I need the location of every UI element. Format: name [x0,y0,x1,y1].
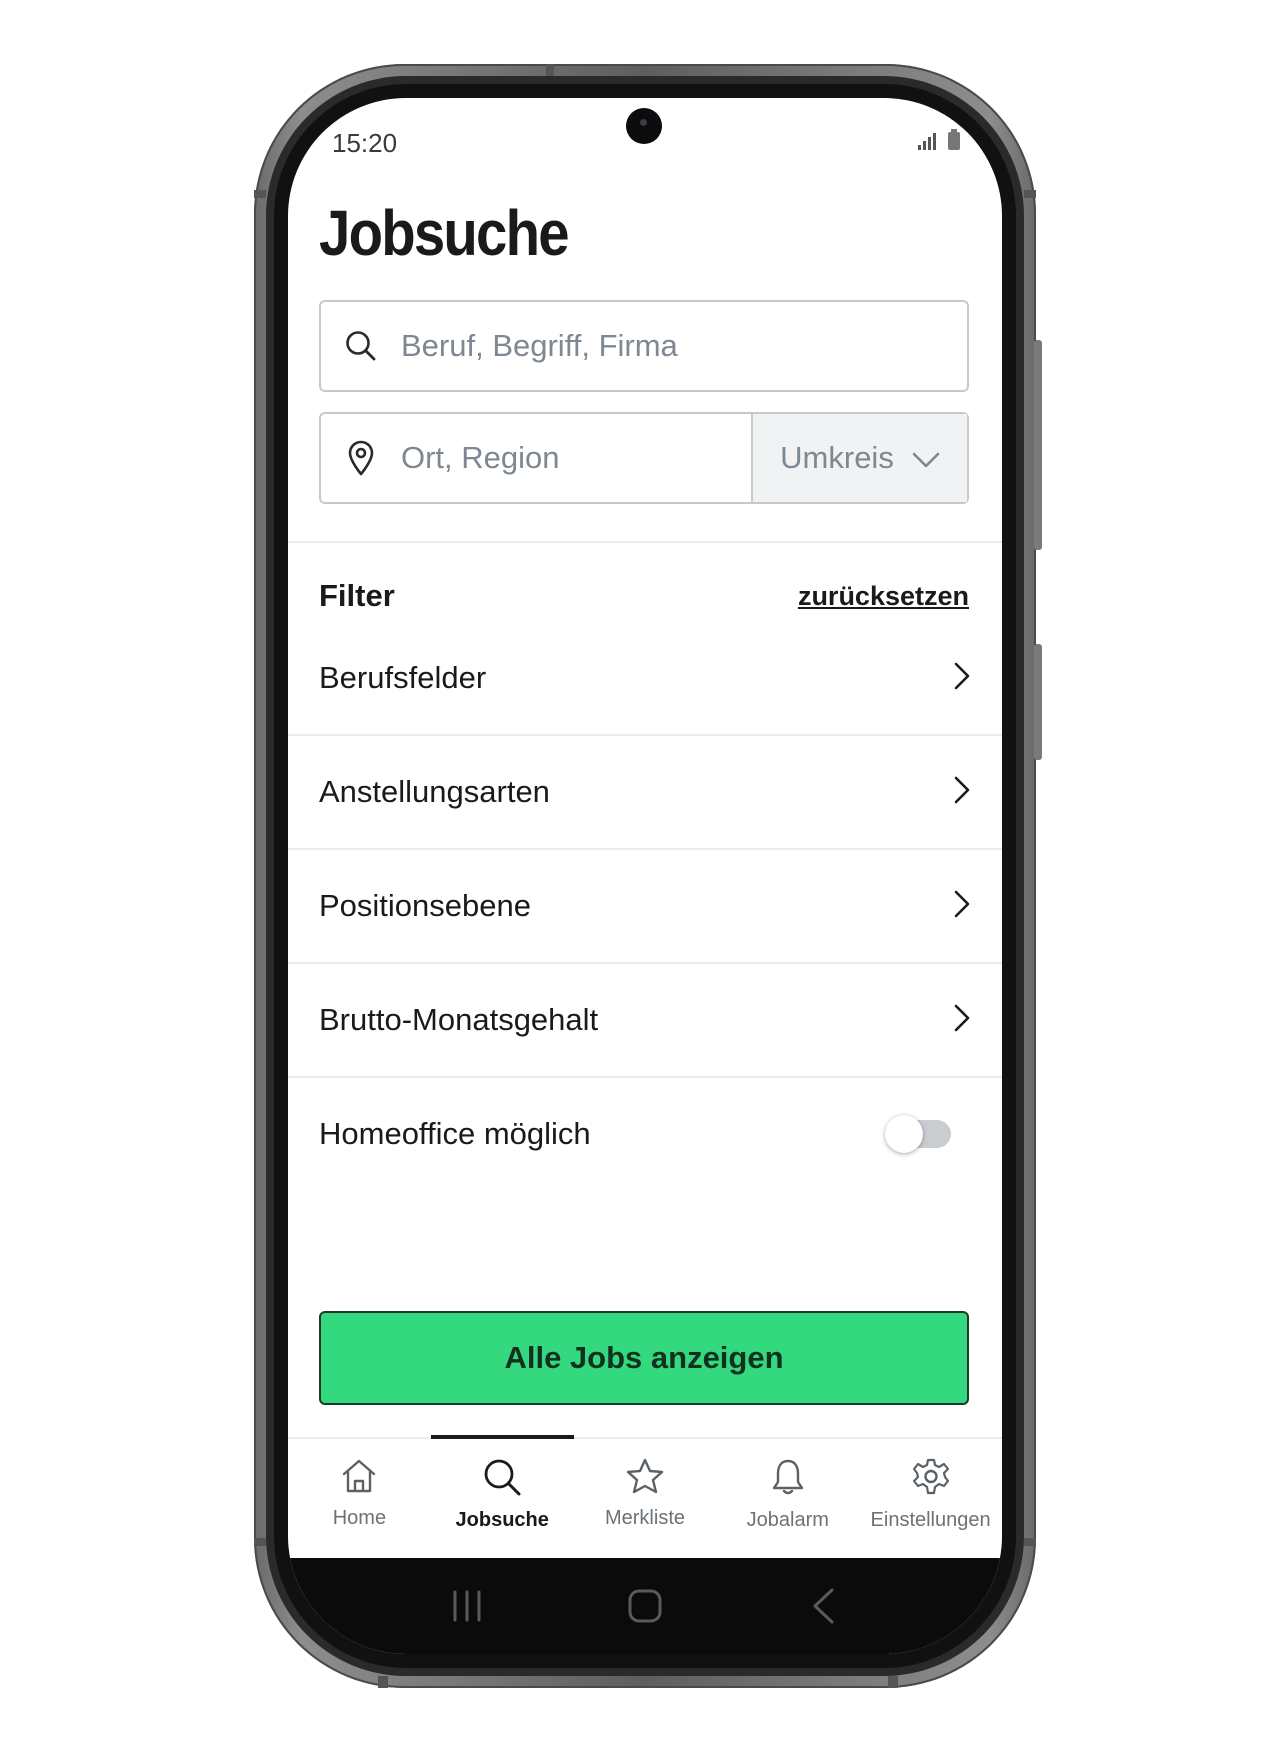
frame-notch [378,1676,388,1688]
tab-einstellungen[interactable]: Einstellungen [859,1439,1002,1557]
frame-notch [1024,190,1036,198]
radius-label: Umkreis [780,440,894,475]
chevron-right-icon [953,889,971,923]
tab-label: Einstellungen [870,1509,991,1531]
tab-jobsuche[interactable]: Jobsuche [431,1439,574,1557]
filter-title: Filter [319,578,395,613]
power-button [1034,340,1042,550]
chevron-right-icon [953,661,971,695]
frame-notch [546,64,554,76]
tab-label: Merkliste [604,1507,685,1529]
chevron-right-icon [953,1003,971,1037]
homeoffice-toggle[interactable] [885,1115,951,1153]
battery-icon [948,129,960,150]
section-divider [288,541,1002,543]
tab-label: Jobsuche [455,1509,549,1531]
filter-item-label: Brutto-Monatsgehalt [319,1002,599,1037]
chevron-down-icon [912,440,940,476]
tab-merkliste[interactable]: Merkliste [574,1439,717,1557]
search-icon [321,329,401,363]
star-icon [625,1457,665,1499]
filter-item-anstellungsarten[interactable]: Anstellungsarten [288,736,1002,848]
volume-button [1034,644,1042,760]
frame-notch [254,1538,266,1546]
filter-item-label: Anstellungsarten [319,774,550,809]
tab-label: Jobalarm [746,1509,829,1531]
filter-item-label: Berufsfelder [319,660,487,695]
filter-item-berufsfelder[interactable]: Berufsfelder [288,622,1002,734]
show-all-jobs-button[interactable]: Alle Jobs anzeigen [319,1311,969,1405]
reset-filters-link[interactable]: zurücksetzen [798,581,969,612]
tab-home[interactable]: Home [288,1439,431,1557]
bottom-tab-bar: Home Jobsuche Merkliste Jobalarm Einstel… [288,1439,1002,1557]
home-button-icon[interactable] [605,1576,685,1636]
page-title: Jobsuche [319,197,570,269]
signal-icon [918,133,936,150]
home-icon [339,1457,379,1499]
app-screen: 15:20 Jobsuche Umkreis [288,98,1002,1654]
status-time: 15:20 [332,128,398,158]
search-icon [482,1457,522,1501]
location-pin-icon [321,440,401,476]
homeoffice-label: Homeoffice möglich [319,1116,591,1151]
gear-icon [911,1457,951,1501]
chevron-right-icon [953,775,971,809]
back-icon[interactable] [783,1576,863,1636]
recent-apps-icon[interactable] [427,1576,507,1636]
filter-item-brutto-monatsgehalt[interactable]: Brutto-Monatsgehalt [288,964,1002,1076]
radius-dropdown[interactable]: Umkreis [751,414,967,502]
front-camera [626,108,662,144]
frame-notch [1024,1538,1036,1546]
status-icons [918,129,960,150]
filter-item-positionsebene[interactable]: Positionsebene [288,850,1002,962]
filter-header: Filter zurücksetzen [319,578,969,614]
system-navigation-bar [288,1558,1002,1654]
tab-label: Home [332,1507,387,1529]
frame-notch [254,190,266,198]
job-search-input[interactable] [401,316,967,376]
filter-item-label: Positionsebene [319,888,531,923]
job-search-field[interactable] [319,300,969,392]
tab-jobalarm[interactable]: Jobalarm [716,1439,859,1557]
filter-item-homeoffice: Homeoffice möglich [288,1078,1002,1190]
frame-notch [888,1676,898,1688]
bell-icon [768,1457,808,1501]
toggle-knob [885,1115,923,1153]
location-field[interactable]: Umkreis [319,412,969,504]
